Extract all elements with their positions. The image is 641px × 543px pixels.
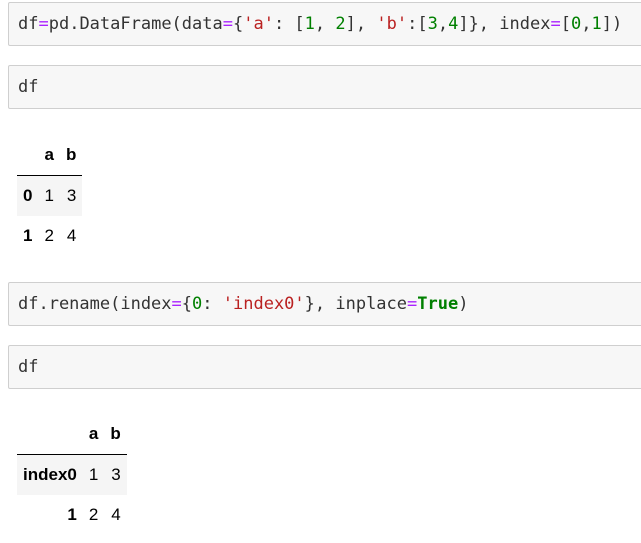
code-token: 4 <box>448 14 459 34</box>
header-col-b: b <box>59 135 83 176</box>
table-cell: 1 <box>44 186 54 205</box>
dataframe-output-2: a b index0 1 3 1 2 4 <box>17 414 127 535</box>
code-token: 0 <box>192 294 203 314</box>
row-index: index0 <box>23 465 77 484</box>
code-token: df <box>18 77 39 97</box>
code-token: = <box>222 14 233 34</box>
code-token: ]}, index <box>458 14 551 34</box>
code-token: 'index0' <box>222 294 305 314</box>
dataframe-header-row: a b <box>17 135 83 176</box>
code-token: 'a' <box>243 14 274 34</box>
code-token: { <box>181 294 193 314</box>
code-token: , <box>581 14 592 34</box>
code-token: , <box>437 14 449 34</box>
code-token: ]) <box>601 14 623 34</box>
code-cell-rename-index[interactable]: df.rename(index={0: 'index0'}, inplace=T… <box>8 282 641 326</box>
code-token: :[ <box>407 14 428 34</box>
header-index-blank <box>17 135 39 176</box>
header-col-b: b <box>104 414 127 455</box>
code-token: 1 <box>591 14 602 34</box>
code-token: 2 <box>335 14 346 34</box>
table-cell: 1 <box>88 465 99 484</box>
table-row: 0 1 3 <box>17 175 83 216</box>
table-cell: 3 <box>66 186 77 205</box>
code-token: = <box>407 294 418 314</box>
code-token: 3 <box>427 14 438 34</box>
code-token: { <box>232 14 244 34</box>
header-col-a: a <box>82 414 105 455</box>
code-cell-create-dataframe[interactable]: df=pd.DataFrame(data={'a': [1, 2], 'b':[… <box>8 2 641 46</box>
table-cell: 3 <box>111 465 121 484</box>
header-col-a: a <box>38 135 60 176</box>
table-cell: 4 <box>111 505 121 524</box>
code-token: = <box>38 14 49 34</box>
code-token: , <box>314 14 336 34</box>
table-cell: 2 <box>88 505 99 524</box>
code-token: ], <box>345 14 377 34</box>
code-token: : [ <box>273 14 305 34</box>
row-index: 1 <box>67 505 77 524</box>
table-row: 1 2 4 <box>17 216 82 256</box>
table-row: 1 2 4 <box>17 495 127 535</box>
code-token: pd.DataFrame(data <box>48 14 223 34</box>
code-token: 'b' <box>376 14 408 34</box>
code-token: ) <box>458 294 469 314</box>
code-token: df <box>18 357 39 377</box>
code-token: [ <box>560 14 571 34</box>
table-cell: 2 <box>44 226 54 245</box>
dataframe-output-1: a b 0 1 3 1 2 4 <box>17 135 83 256</box>
row-index: 0 <box>23 186 33 205</box>
code-token: df <box>18 14 39 34</box>
row-index: 1 <box>23 226 33 245</box>
table-cell: 4 <box>66 226 77 245</box>
dataframe-header-row: a b <box>17 414 127 455</box>
code-token: df.rename(index <box>18 294 172 314</box>
code-cell-show-df-2[interactable]: df <box>8 345 641 389</box>
code-token: : <box>202 294 223 314</box>
code-token: 1 <box>304 14 315 34</box>
header-index-blank <box>17 414 83 455</box>
code-token: }, inplace <box>304 294 408 314</box>
code-token: = <box>550 14 561 34</box>
code-token: True <box>417 294 459 314</box>
code-token: 0 <box>570 14 582 34</box>
code-token: = <box>171 294 182 314</box>
table-row: index0 1 3 <box>17 454 127 495</box>
code-cell-show-df-1[interactable]: df <box>8 65 641 109</box>
